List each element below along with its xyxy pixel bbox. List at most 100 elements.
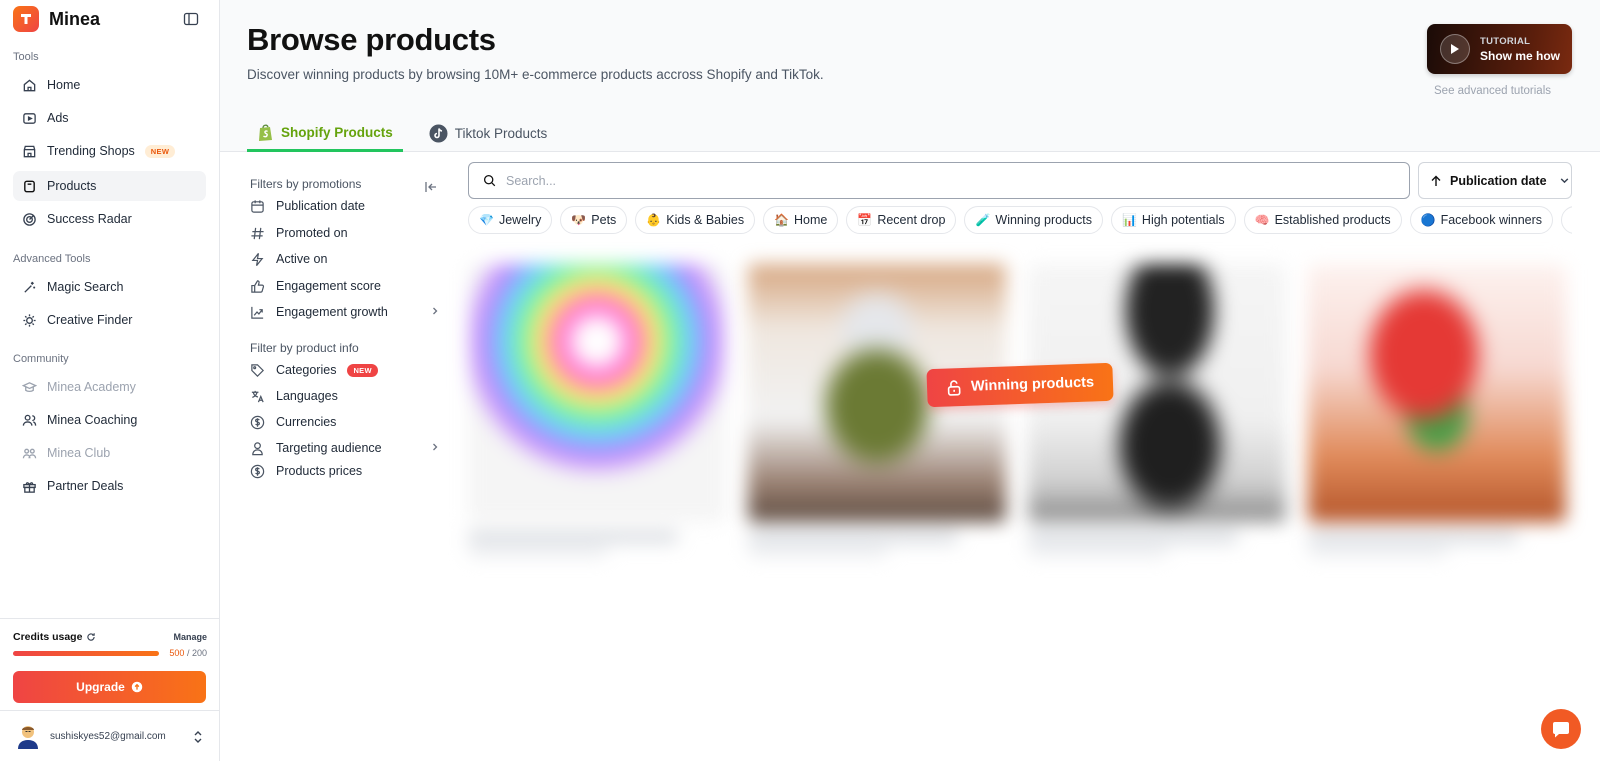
filter-label: Engagement growth (276, 305, 388, 319)
filter-label: Active on (276, 252, 328, 266)
sidebar: Minea Tools Home Ads Trending Shops NEW … (0, 0, 220, 761)
sidebar-item-ads[interactable]: Ads (13, 103, 206, 133)
brand-name: Minea (49, 8, 101, 29)
quick-filter-chips: 💎 Jewelry 🐶 Pets 👶 Kids & Babies 🏠 Home 📅 Rec… (468, 206, 1572, 234)
section-label-advanced: Advanced Tools (13, 253, 91, 265)
filter-promoted-on[interactable]: Promoted on (250, 222, 440, 244)
chevron-up-down-icon (194, 731, 202, 743)
filter-label: Products prices (276, 464, 363, 478)
dollar-icon (250, 415, 265, 429)
sidebar-item-label: Partner Deals (47, 479, 124, 493)
sidebar-item-minea-academy[interactable]: Minea Academy (13, 372, 206, 402)
arrow-up-circle-icon (131, 681, 143, 693)
product-card[interactable] (1308, 264, 1566, 564)
chevron-right-icon (433, 443, 438, 451)
search-box (468, 162, 1410, 199)
page-subtitle: Discover winning products by browsing 10… (247, 67, 824, 82)
sidebar-item-label: Creative Finder (47, 313, 133, 327)
chip-jewelry[interactable]: 💎 Jewelry (468, 206, 553, 234)
upgrade-button[interactable]: Upgrade (13, 671, 206, 703)
tab-label: Shopify Products (281, 124, 393, 140)
chip-high-potentials[interactable]: 📊 High potentials (1110, 206, 1236, 234)
sidebar-item-partner-deals[interactable]: Partner Deals (13, 471, 206, 501)
gem-icon: 💎 (479, 213, 494, 227)
filter-engagement-growth[interactable]: Engagement growth (250, 301, 440, 323)
sidebar-item-minea-coaching[interactable]: Minea Coaching (13, 405, 206, 435)
sidebar-item-home[interactable]: Home (13, 70, 206, 100)
product-card[interactable] (1028, 264, 1286, 564)
filter-languages[interactable]: Languages (250, 385, 440, 407)
chip-recent-drop[interactable]: 📅 Recent drop (846, 206, 957, 234)
product-tabs: Shopify Products Tiktok Products (247, 115, 557, 152)
store-icon (23, 145, 36, 157)
winning-products-unlock-button[interactable]: Winning products (926, 362, 1114, 408)
sidebar-item-label: Minea Coaching (47, 413, 138, 427)
manage-credits-link[interactable]: Manage (173, 632, 207, 642)
credits-title-text: Credits usage (13, 631, 83, 643)
filter-products-prices[interactable]: Products prices (250, 460, 440, 482)
filter-engagement-score[interactable]: Engagement score (250, 275, 440, 297)
tutorial-button[interactable]: TUTORIAL Show me how (1427, 24, 1572, 74)
chip-home[interactable]: 🏠 Home (763, 206, 839, 234)
group-icon (22, 448, 37, 458)
thumbs-up-icon (251, 279, 265, 293)
chip-kids-babies[interactable]: 👶 Kids & Babies (635, 206, 756, 234)
tiktok-icon (429, 124, 448, 143)
arrow-up-icon (1431, 175, 1441, 186)
chip-winning-products[interactable]: 🧪 Winning products (964, 206, 1103, 234)
tab-tiktok-products[interactable]: Tiktok Products (419, 115, 558, 152)
filter-label: Publication date (276, 199, 365, 213)
user-menu[interactable]: sushiskyes52@gmail.com (0, 710, 220, 761)
chat-support-button[interactable] (1541, 709, 1581, 749)
sidebar-item-trending-shops[interactable]: Trending Shops NEW (13, 136, 206, 166)
translate-icon (251, 390, 264, 402)
tab-label: Tiktok Products (454, 126, 548, 141)
filter-active-on[interactable]: Active on (250, 248, 440, 270)
users-icon (22, 414, 37, 426)
filter-targeting-audience[interactable]: Targeting audience (250, 437, 440, 459)
chip-established-products[interactable]: 🧠 Established products (1243, 206, 1402, 234)
product-card[interactable] (468, 264, 726, 564)
sidebar-item-creative-finder[interactable]: Creative Finder (13, 305, 206, 335)
product-card[interactable] (748, 264, 1006, 564)
sidebar-item-label: Magic Search (47, 280, 124, 294)
new-badge: NEW (347, 363, 378, 377)
credits-separator: / (184, 648, 192, 658)
tutorial-title: Show me how (1480, 48, 1561, 63)
sidebar-item-magic-search[interactable]: Magic Search (13, 272, 206, 302)
chip-tiktok[interactable]: ⚫T (1561, 206, 1572, 234)
sort-dropdown[interactable]: Publication date (1418, 162, 1572, 199)
refresh-icon[interactable] (86, 632, 96, 642)
chip-pets[interactable]: 🐶 Pets (560, 206, 628, 234)
new-badge: NEW (144, 144, 176, 158)
chip-label: Pets (591, 213, 617, 227)
shopify-icon (259, 124, 272, 141)
advanced-tutorials-link[interactable]: See advanced tutorials (1434, 85, 1551, 97)
chip-label: Winning products (995, 213, 1092, 227)
chip-label: Established products (1274, 213, 1391, 227)
tab-shopify-products[interactable]: Shopify Products (247, 115, 403, 152)
dog-icon: 🐶 (571, 213, 587, 227)
filter-publication-date[interactable]: Publication date (250, 195, 440, 217)
calendar-icon: 📅 (857, 213, 873, 227)
user-icon (252, 441, 263, 455)
sidebar-item-success-radar[interactable]: Success Radar (13, 204, 206, 234)
unlock-icon (947, 379, 961, 396)
avatar (18, 726, 38, 749)
sidebar-toggle-icon[interactable] (183, 11, 199, 27)
chip-label: Recent drop (877, 213, 946, 227)
brand[interactable]: Minea (13, 6, 100, 32)
chip-label: Home (794, 213, 828, 227)
sidebar-item-label: Minea Academy (47, 380, 136, 394)
sidebar-item-products[interactable]: Products (13, 171, 206, 201)
search-input[interactable] (506, 173, 1386, 188)
filter-label: Languages (276, 389, 338, 403)
sidebar-item-minea-club[interactable]: Minea Club (13, 438, 206, 468)
house-icon: 🏠 (774, 213, 790, 227)
filter-categories[interactable]: Categories NEW (250, 359, 440, 381)
tag-icon (251, 363, 264, 377)
chip-facebook-winners[interactable]: 🔵 Facebook winners (1409, 206, 1554, 234)
magic-wand-icon (24, 281, 36, 293)
filter-currencies[interactable]: Currencies (250, 411, 440, 433)
play-icon (1440, 34, 1470, 64)
